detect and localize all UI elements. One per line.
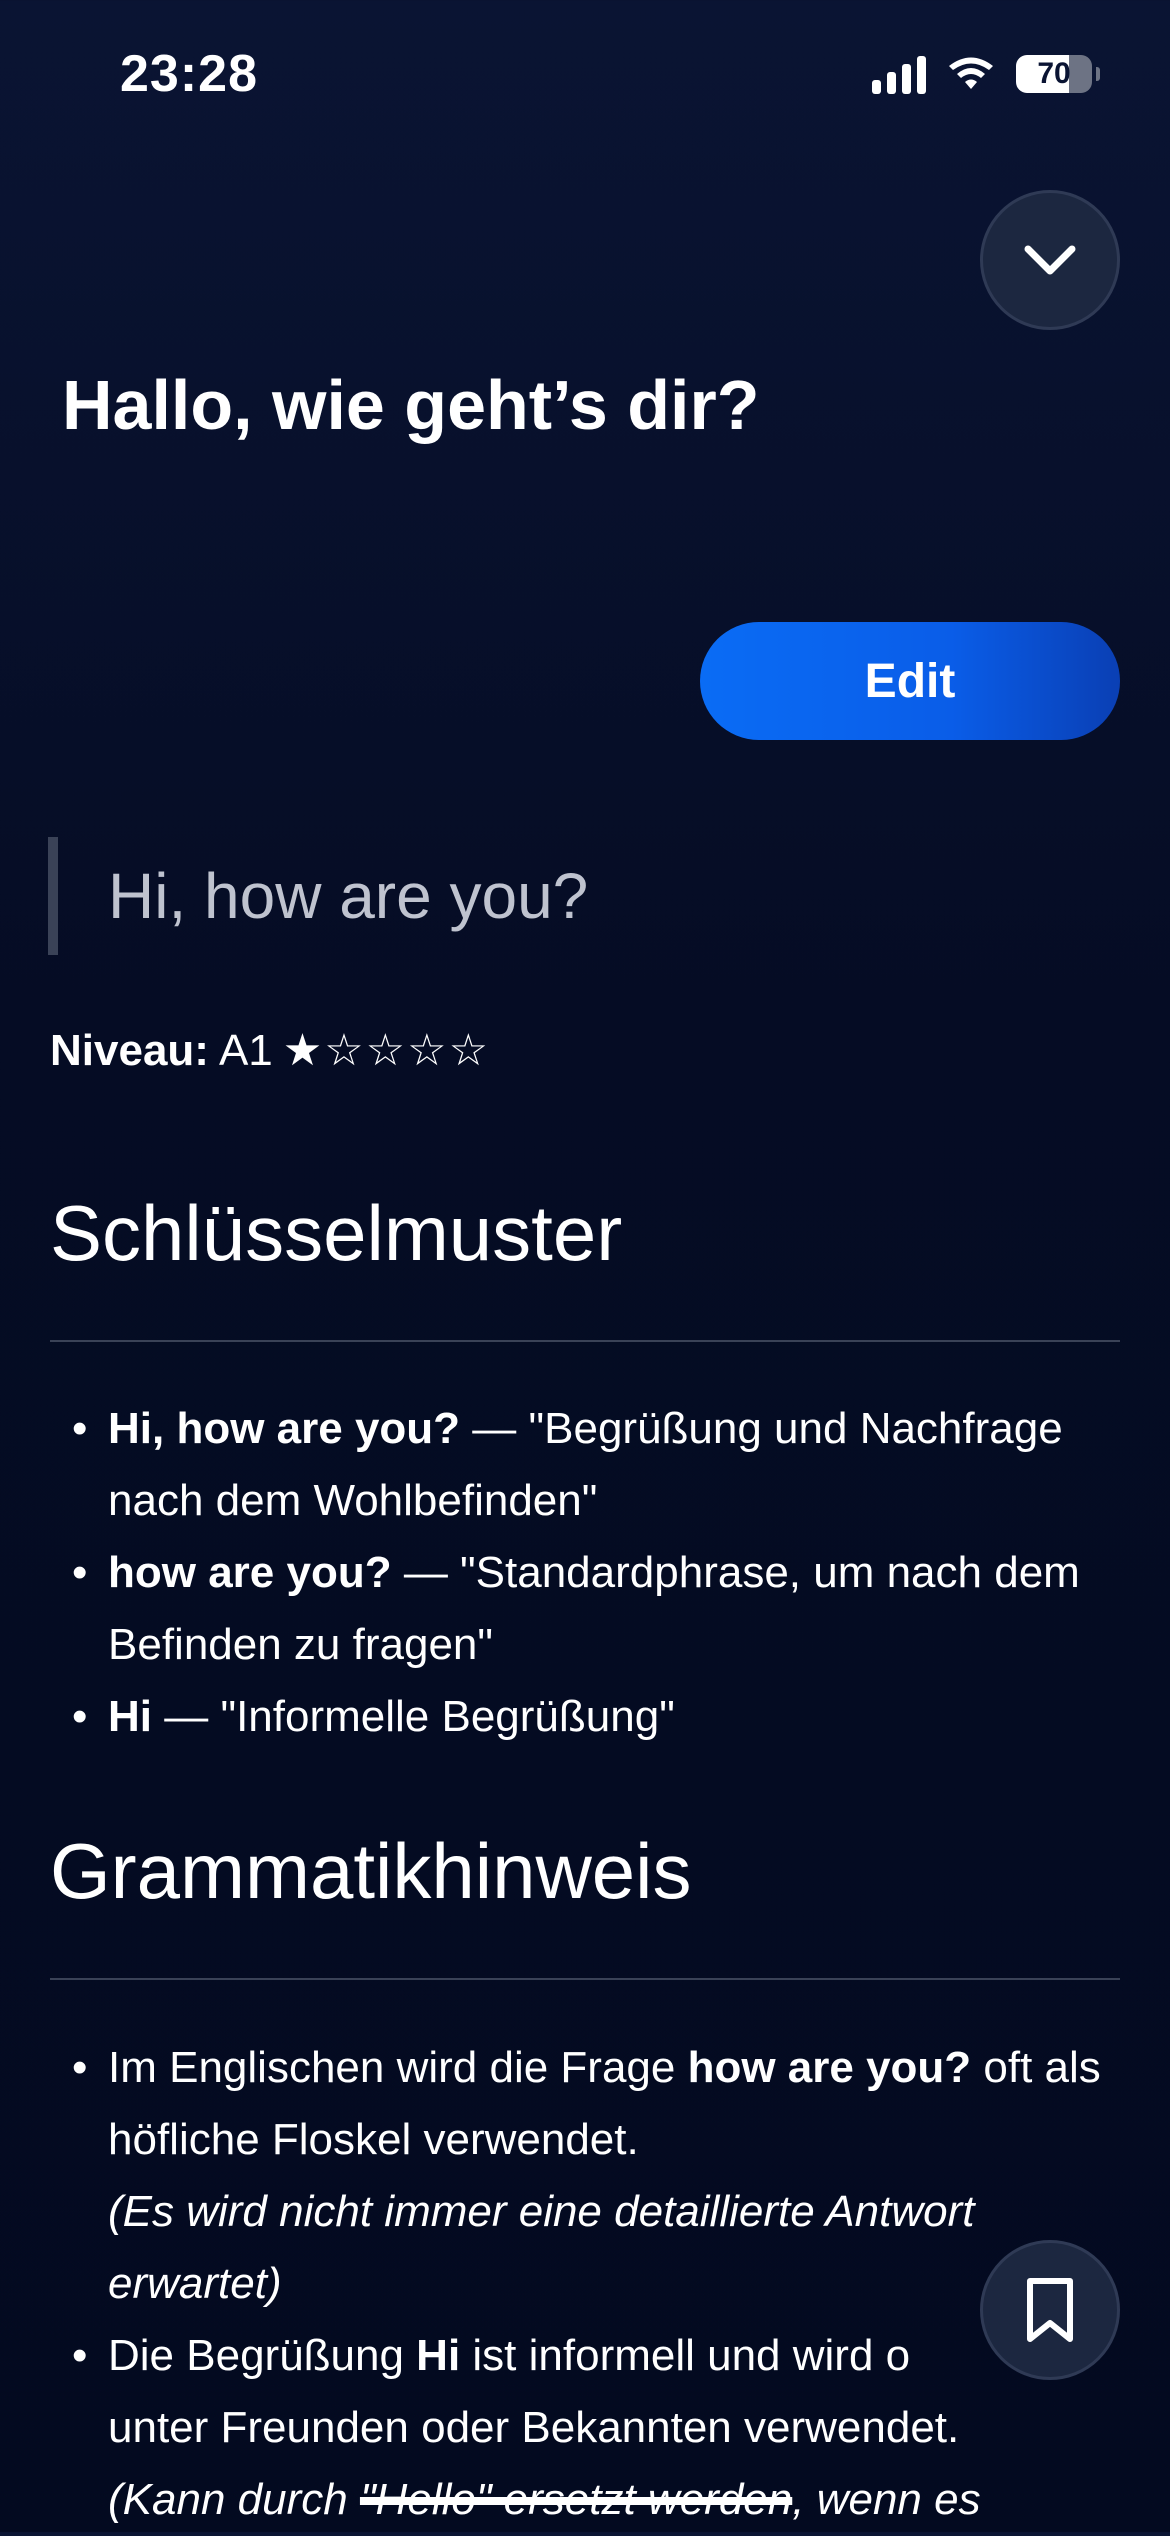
list-item: Im Englischen wird die Frage how are you…: [50, 2032, 1120, 2320]
pattern-explanation: — "Informelle Begrüßung": [164, 1692, 675, 1741]
phrase-title: Hallo, wie geht’s dir?: [62, 366, 760, 444]
key-patterns-heading: Schlüsselmuster: [50, 1189, 623, 1277]
grammar-text: unter Freunden oder Bekannten verwendet.: [108, 2403, 960, 2452]
grammar-note: (Es wird nicht immer eine detaillierte A…: [108, 2187, 975, 2308]
section-divider: [50, 1340, 1120, 1342]
chevron-down-icon: [1024, 245, 1076, 275]
collapse-button[interactable]: [980, 190, 1120, 330]
grammar-term: Hi: [416, 2331, 461, 2380]
translation-quote: Hi, how are you?: [48, 837, 588, 955]
grammar-note: (Kann durch "Hello" ersetzt werden, wenn…: [108, 2464, 1120, 2536]
list-item: how are you? — "Standardphrase, um nach …: [50, 1537, 1120, 1681]
key-patterns-list: Hi, how are you? — "Begrüßung und Nachfr…: [50, 1393, 1120, 1753]
pattern-term: how are you?: [108, 1548, 392, 1597]
list-item: Hi, how are you? — "Begrüßung und Nachfr…: [50, 1393, 1120, 1537]
bookmark-button[interactable]: [980, 2240, 1120, 2380]
grammar-note-strike: "Hello" ersetzt werden: [359, 2475, 793, 2524]
grammar-list: Im Englischen wird die Frage how are you…: [50, 2032, 1120, 2536]
grammar-heading: Grammatikhinweis: [50, 1827, 692, 1915]
grammar-note-text: , wenn es: [792, 2475, 981, 2524]
level-stars: ★☆☆☆☆: [282, 1025, 491, 1076]
grammar-text: Im Englischen wird die Frage: [108, 2043, 688, 2092]
wifi-icon: [949, 57, 993, 89]
grammar-text: ist informell und wird o: [460, 2331, 911, 2380]
pattern-term: Hi: [108, 1692, 152, 1741]
list-item: Hi — "Informelle Begrüßung": [50, 1681, 1120, 1753]
status-icons: 70: [872, 54, 1100, 94]
grammar-term: how are you?: [687, 2043, 972, 2092]
list-item: Die Begrüßung Hi ist informell und wird …: [50, 2320, 1120, 2536]
battery-icon: 70: [1016, 55, 1100, 93]
cellular-signal-icon: [872, 54, 926, 94]
section-divider: [50, 1978, 1120, 1980]
edit-button[interactable]: Edit: [700, 622, 1120, 740]
level-label: Niveau:: [50, 1025, 209, 1075]
grammar-text: Die Begrüßung: [108, 2331, 417, 2380]
level-value: A1: [218, 1025, 273, 1075]
grammar-note-text: (Kann durch: [108, 2475, 360, 2524]
level-row: Niveau: A1 ★☆☆☆☆: [50, 1025, 490, 1076]
status-time: 23:28: [120, 45, 258, 103]
bookmark-icon: [1027, 2278, 1073, 2342]
pattern-term: Hi, how are you?: [108, 1404, 461, 1453]
